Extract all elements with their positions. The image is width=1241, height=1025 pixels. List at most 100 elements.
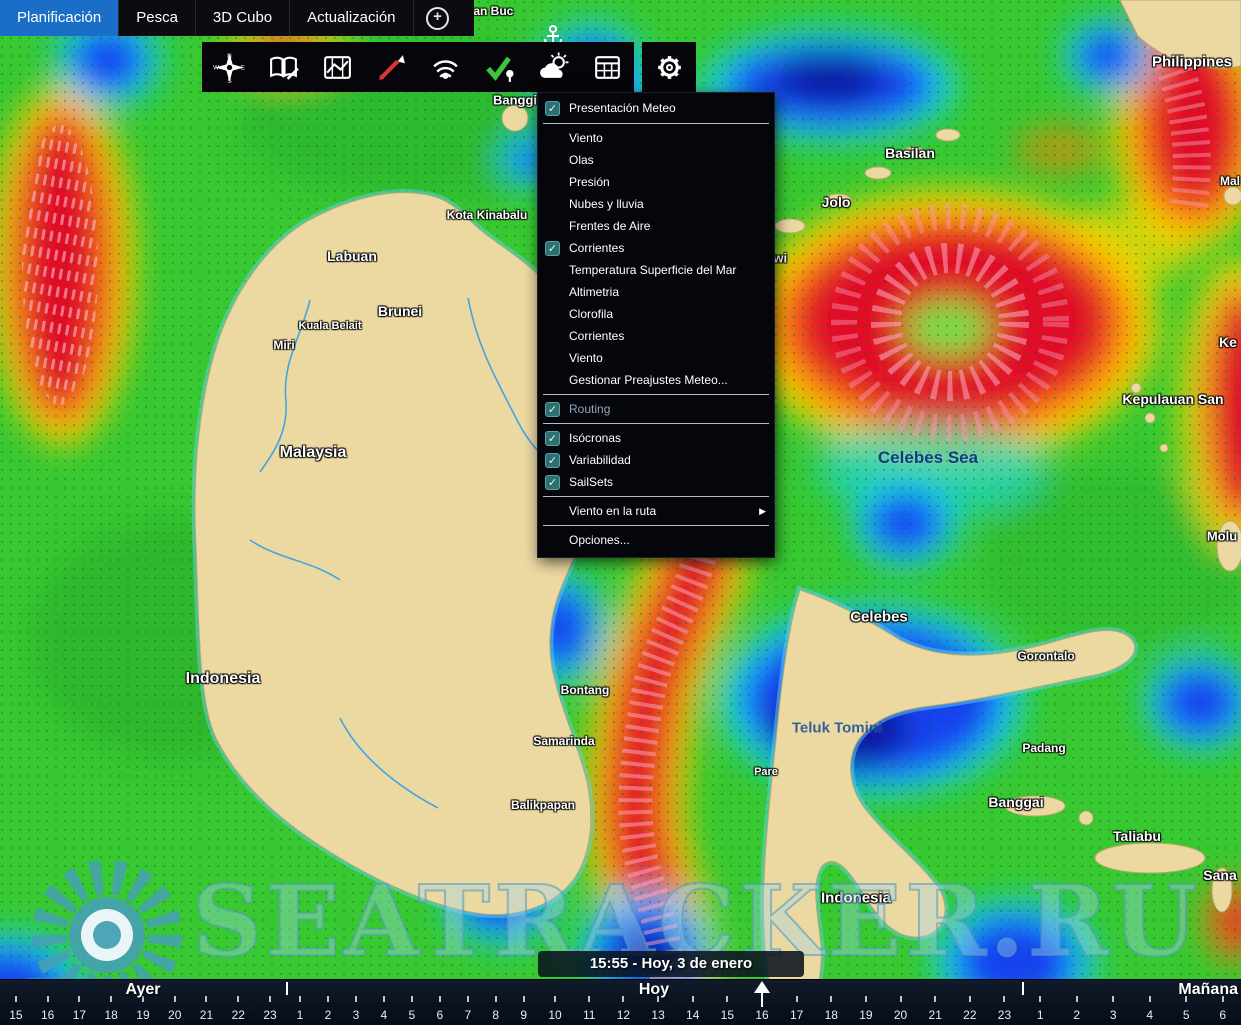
- hour-tick-19[interactable]: 19: [136, 996, 149, 1025]
- menu-item-viento-en-la-ruta[interactable]: Viento en la ruta▶: [538, 500, 774, 522]
- tab-3d-cubo[interactable]: 3D Cubo: [196, 0, 290, 36]
- hour-tick-20[interactable]: 20: [168, 996, 181, 1025]
- settings-gear-button[interactable]: [642, 42, 696, 92]
- svg-text:N: N: [227, 53, 231, 60]
- menu-item-corrientes[interactable]: Corrientes: [538, 325, 774, 347]
- lists-icon: [591, 51, 624, 84]
- menu-item-label: Nubes y lluvia: [569, 197, 766, 211]
- menu-item-label: Viento en la ruta: [569, 504, 755, 518]
- annotation-pen-icon: [375, 51, 408, 84]
- hour-tick-17[interactable]: 17: [790, 996, 803, 1025]
- timeline-day-hoy: Hoy1234567891011121314151617181920212223: [286, 980, 1022, 1025]
- weather-context-menu: ✓Presentación Meteo Viento OlasPresión Nube…: [537, 92, 775, 558]
- menu-separator: [543, 394, 769, 395]
- annotation-pen-button[interactable]: [364, 42, 418, 92]
- hour-tick-18[interactable]: 18: [825, 996, 838, 1025]
- route-check-button[interactable]: [472, 42, 526, 92]
- menu-item-routing[interactable]: ✓Routing: [538, 398, 774, 420]
- menu-item-label: Opciones...: [569, 533, 766, 547]
- hour-tick-22[interactable]: 22: [963, 996, 976, 1025]
- hour-tick-4[interactable]: 4: [381, 996, 388, 1025]
- hour-tick-18[interactable]: 18: [105, 996, 118, 1025]
- weather-button[interactable]: [526, 42, 580, 92]
- hour-tick-20[interactable]: 20: [894, 996, 907, 1025]
- menu-item-label: Clorofila: [569, 307, 766, 321]
- hour-tick-16[interactable]: 16: [41, 996, 54, 1025]
- menu-item-sailsets[interactable]: ✓SailSets: [538, 471, 774, 493]
- logbook-button[interactable]: [256, 42, 310, 92]
- menu-item-opciones[interactable]: Opciones...: [538, 529, 774, 551]
- hour-tick-12[interactable]: 12: [617, 996, 630, 1025]
- menu-item-frentes-de-aire[interactable]: Frentes de Aire: [538, 215, 774, 237]
- menu-item-label: Corrientes: [569, 329, 766, 343]
- hour-tick-5[interactable]: 5: [1183, 996, 1190, 1025]
- hour-tick-3[interactable]: 3: [1110, 996, 1117, 1025]
- hour-tick-8[interactable]: 8: [492, 996, 499, 1025]
- hour-tick-2[interactable]: 2: [1073, 996, 1080, 1025]
- tab-actualizaci-n[interactable]: Actualización: [290, 0, 413, 36]
- checkbox-checked-icon: ✓: [545, 101, 560, 116]
- hour-tick-2[interactable]: 2: [325, 996, 332, 1025]
- compass-rose-button[interactable]: NSWE: [202, 42, 256, 92]
- hour-tick-21[interactable]: 21: [929, 996, 942, 1025]
- hour-tick-15[interactable]: 15: [9, 996, 22, 1025]
- hour-tick-4[interactable]: 4: [1146, 996, 1153, 1025]
- hour-tick-23[interactable]: 23: [263, 996, 276, 1025]
- checkbox-checked-icon: ✓: [545, 431, 560, 446]
- tab-bar: PlanificaciónPesca3D CuboActualización +: [0, 0, 474, 36]
- charts-button[interactable]: [310, 42, 364, 92]
- hour-tick-19[interactable]: 19: [859, 996, 872, 1025]
- hour-tick-23[interactable]: 23: [998, 996, 1011, 1025]
- hour-tick-22[interactable]: 22: [232, 996, 245, 1025]
- timeline-bar[interactable]: Ayer151617181920212223Hoy123456789101112…: [0, 979, 1241, 1025]
- hour-tick-10[interactable]: 10: [548, 996, 561, 1025]
- hour-tick-9[interactable]: 9: [520, 996, 527, 1025]
- sounder-button[interactable]: [418, 42, 472, 92]
- menu-item-nubes-y-lluvia[interactable]: Nubes y lluvia: [538, 193, 774, 215]
- tab-pesca[interactable]: Pesca: [119, 0, 196, 36]
- menu-item-label: Viento: [569, 131, 766, 145]
- new-tab-button[interactable]: +: [414, 0, 462, 36]
- lists-button[interactable]: [580, 42, 634, 92]
- hour-tick-1[interactable]: 1: [1037, 996, 1044, 1025]
- toolbar: NSWE: [202, 42, 696, 92]
- menu-item-viento[interactable]: Viento: [538, 127, 774, 149]
- day-label-ma-ana: Mañana: [1022, 981, 1241, 999]
- compass-rose-icon: NSWE: [213, 51, 246, 84]
- hour-tick-7[interactable]: 7: [464, 996, 471, 1025]
- menu-item-olas[interactable]: Olas: [538, 149, 774, 171]
- hour-tick-6[interactable]: 6: [436, 996, 443, 1025]
- hour-tick-1[interactable]: 1: [297, 996, 304, 1025]
- application-window: Ban BucPhilippinesBanggiBasilanMalJoloKo…: [0, 0, 1241, 1025]
- menu-item-variabilidad[interactable]: ✓Variabilidad: [538, 449, 774, 471]
- hour-tick-3[interactable]: 3: [353, 996, 360, 1025]
- hour-tick-5[interactable]: 5: [409, 996, 416, 1025]
- menu-item-corrientes[interactable]: ✓Corrientes: [538, 237, 774, 259]
- hour-tick-15[interactable]: 15: [721, 996, 734, 1025]
- menu-item-presi-n[interactable]: Presión: [538, 171, 774, 193]
- tab-planificaci-n[interactable]: Planificación: [0, 0, 119, 36]
- menu-item-altimetria[interactable]: Altimetria: [538, 281, 774, 303]
- hour-tick-17[interactable]: 17: [73, 996, 86, 1025]
- menu-item-temperatura-superficie-del-mar[interactable]: Temperatura Superficie del Mar: [538, 259, 774, 281]
- checkbox-checked-icon: ✓: [545, 453, 560, 468]
- menu-item-gestionar-preajustes-meteo[interactable]: Gestionar Preajustes Meteo...: [538, 369, 774, 391]
- menu-item-label: Isócronas: [569, 431, 766, 445]
- hour-tick-14[interactable]: 14: [686, 996, 699, 1025]
- menu-separator: [543, 525, 769, 526]
- hour-tick-11[interactable]: 11: [583, 996, 595, 1025]
- hour-tick-13[interactable]: 13: [651, 996, 664, 1025]
- menu-item-label: Temperatura Superficie del Mar: [569, 263, 766, 277]
- menu-item-clorofila[interactable]: Clorofila: [538, 303, 774, 325]
- menu-item-is-cronas[interactable]: ✓ Isócronas: [538, 427, 774, 449]
- menu-item-presentaci-n-meteo[interactable]: ✓Presentación Meteo: [538, 96, 774, 120]
- day-boundary-tick: [1022, 982, 1024, 995]
- current-time-marker[interactable]: [754, 981, 770, 993]
- menu-separator: [543, 423, 769, 424]
- hour-tick-6[interactable]: 6: [1219, 996, 1226, 1025]
- timeline-day-ayer: Ayer151617181920212223: [0, 980, 286, 1025]
- menu-item-label: Frentes de Aire: [569, 219, 766, 233]
- hour-tick-21[interactable]: 21: [200, 996, 213, 1025]
- logbook-icon: [267, 51, 300, 84]
- menu-item-viento[interactable]: Viento: [538, 347, 774, 369]
